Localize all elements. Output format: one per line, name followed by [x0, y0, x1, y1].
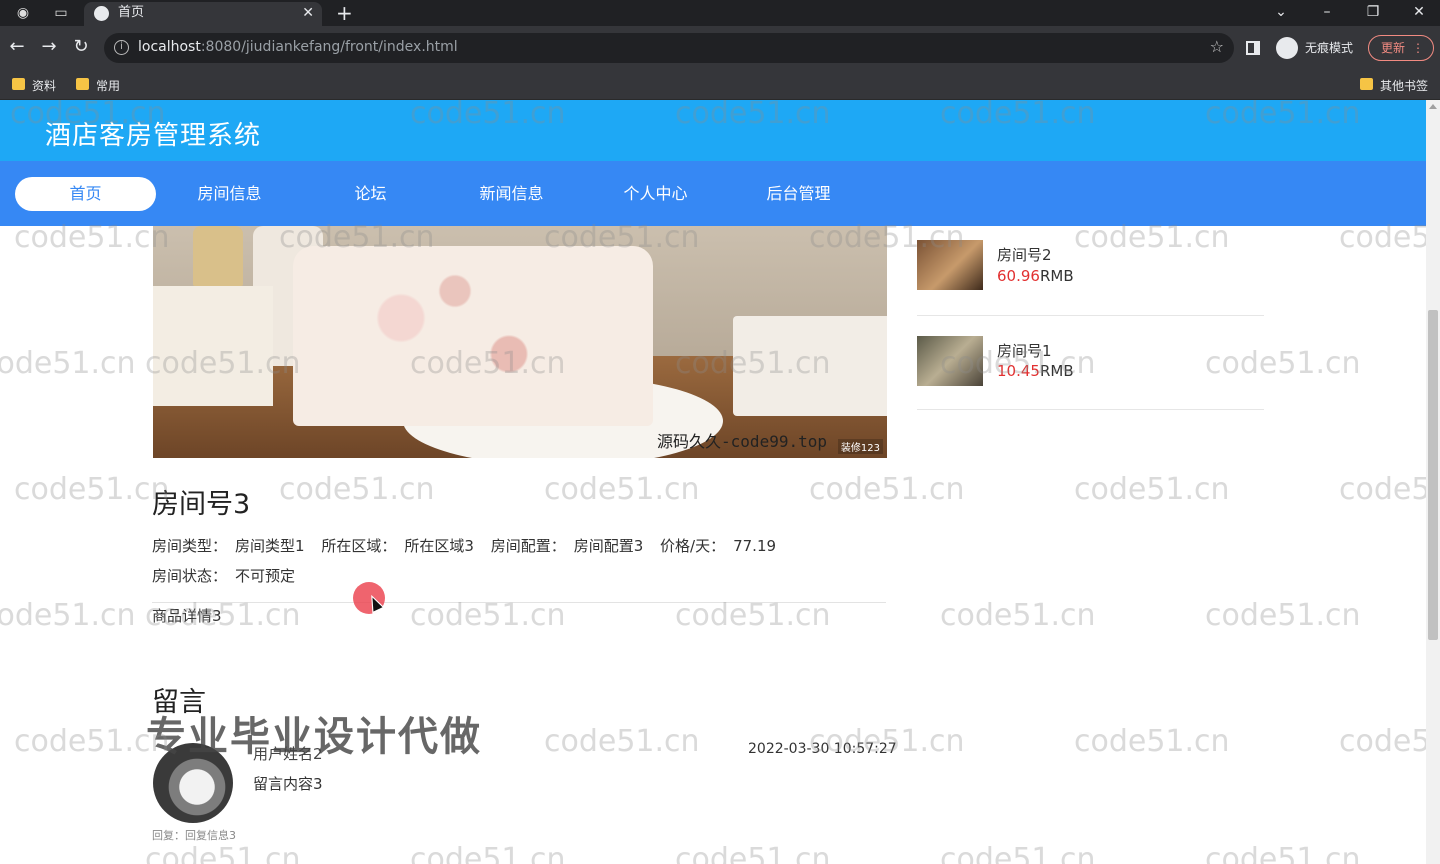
watermark-text: code51.cn: [14, 472, 170, 507]
watermark-text: code51.cn: [410, 842, 566, 864]
star-icon[interactable]: ☆: [1210, 37, 1224, 56]
message-time: 2022-03-30 10:57:27: [748, 741, 897, 757]
recommended-rooms: 房间号2 60.96RMB 房间号1 10.45RMB: [917, 226, 1264, 410]
room-name[interactable]: 房间号2: [997, 244, 1052, 265]
watermark-text: code51.cn: [145, 842, 301, 864]
photo-watermark: 源码久久-code99.top: [657, 432, 827, 451]
list-item[interactable]: 房间号1 10.45RMB: [917, 316, 1264, 410]
watermark-text: code51.cn: [1074, 472, 1230, 507]
nav-forum[interactable]: 论坛: [300, 177, 441, 211]
nav-profile[interactable]: 个人中心: [585, 177, 726, 211]
watermark-text: code51.cn: [279, 472, 435, 507]
watermark-text: code51.cn: [0, 346, 136, 381]
watermark-text: code51.cn: [675, 842, 831, 864]
room-price: 10.45RMB: [997, 362, 1074, 380]
nav-rooms[interactable]: 房间信息: [159, 177, 300, 211]
back-icon[interactable]: ←: [6, 36, 28, 58]
room-detail: 商品详情3: [152, 607, 222, 625]
folder-icon: [76, 78, 89, 90]
folder-icon: [1360, 78, 1373, 90]
close-tab-icon[interactable]: ✕: [302, 2, 314, 24]
site-title: 酒店客房管理系统: [45, 121, 262, 151]
divider: [152, 602, 886, 603]
room-name[interactable]: 房间号1: [997, 340, 1052, 361]
bookmarks-bar: 资料 常用 其他书签: [0, 70, 1440, 100]
watermark-text: code51.cn: [0, 598, 136, 633]
browser-toolbar: ← → ↻ i localhost:8080/jiudiankefang/fro…: [0, 26, 1440, 70]
minimize-icon[interactable]: –: [1304, 0, 1350, 24]
room-price: 60.96RMB: [997, 267, 1074, 285]
info-icon[interactable]: i: [114, 40, 129, 55]
site-header: 酒店客房管理系统: [0, 100, 1426, 161]
watermark-text: code51.cn: [1339, 472, 1426, 507]
promo-overlay: 专业毕业设计代做: [146, 714, 482, 760]
globe-icon: [94, 6, 109, 21]
message-reply: 回复：回复信息3: [152, 829, 236, 842]
watermark-text: code51.cn: [1339, 724, 1426, 759]
close-window-icon[interactable]: ✕: [1396, 0, 1440, 24]
incognito-icon[interactable]: [1276, 37, 1298, 59]
photo-badge: 装修123: [837, 439, 883, 454]
address-bar[interactable]: i localhost:8080/jiudiankefang/front/ind…: [104, 33, 1234, 63]
incognito-label: 无痕模式: [1305, 41, 1354, 55]
room-thumbnail[interactable]: [917, 336, 983, 386]
other-bookmarks[interactable]: 其他书签: [1360, 77, 1428, 94]
watermark-text: code51.cn: [809, 472, 965, 507]
room-thumbnail[interactable]: [917, 240, 983, 290]
list-item[interactable]: 房间号2 60.96RMB: [917, 226, 1264, 316]
main-nav: 首页 房间信息 论坛 新闻信息 个人中心 后台管理: [0, 161, 1426, 226]
reload-icon[interactable]: ↻: [70, 36, 92, 58]
browser-tab-strip: ◉ ▭ 首页 ✕ + ⌄ – ❐ ✕: [0, 0, 1440, 26]
scrollbar-thumb[interactable]: [1428, 310, 1438, 640]
nav-news[interactable]: 新闻信息: [441, 177, 582, 211]
watermark-text: code51.cn: [940, 842, 1096, 864]
forward-icon[interactable]: →: [38, 36, 60, 58]
tab-title: 首页: [118, 5, 145, 20]
watermark-text: code51.cn: [1205, 842, 1361, 864]
message-content: 留言内容3: [253, 775, 323, 793]
url-text: localhost:8080/jiudiankefang/front/index…: [138, 39, 458, 55]
room-title: 房间号3: [152, 489, 251, 520]
watermark-text: code51.cn: [675, 598, 831, 633]
folder-icon: [12, 78, 25, 90]
browser-logo-icon[interactable]: ◉: [14, 4, 32, 22]
watermark-text: code51.cn: [1074, 724, 1230, 759]
browser-tab[interactable]: 首页 ✕: [84, 2, 322, 26]
bookmark-folder-2[interactable]: 常用: [76, 77, 120, 94]
watermark-text: code51.cn: [544, 472, 700, 507]
scroll-up-icon[interactable]: [1429, 104, 1437, 109]
watermark-text: code51.cn: [940, 598, 1096, 633]
new-tab-button[interactable]: +: [336, 0, 353, 26]
nav-admin[interactable]: 后台管理: [728, 177, 869, 211]
room-attributes: 房间类型： 房间类型1 所在区域： 所在区域3 房间配置： 房间配置3 价格/天： 77…: [152, 537, 777, 585]
side-panel-icon[interactable]: [1246, 41, 1260, 55]
watermark-text: code51.cn: [1205, 598, 1361, 633]
update-button[interactable]: 更新 ⋮: [1368, 35, 1434, 61]
tab-search-icon[interactable]: ⌄: [1258, 0, 1304, 24]
restore-icon[interactable]: ❐: [1350, 0, 1396, 24]
room-photo: 源码久久-code99.top 装修123: [153, 226, 887, 458]
menu-dots-icon[interactable]: ⋮: [1412, 36, 1424, 60]
nav-home[interactable]: 首页: [15, 177, 156, 211]
web-page: 酒店客房管理系统 首页 房间信息 论坛 新闻信息 个人中心 后台管理 源码久久-…: [0, 100, 1426, 864]
page-scrollbar[interactable]: [1426, 100, 1440, 864]
tab-overview-icon[interactable]: ▭: [52, 4, 70, 22]
watermark-text: code51.cn: [544, 724, 700, 759]
watermark-text: code51.cn: [410, 598, 566, 633]
bookmark-folder-1[interactable]: 资料: [12, 77, 56, 94]
